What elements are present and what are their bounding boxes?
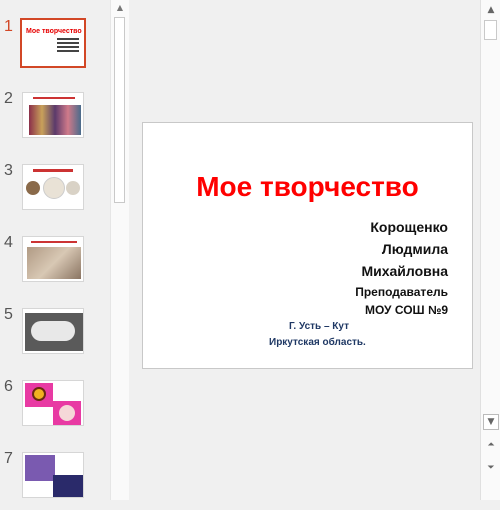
thumbnail-caption	[33, 169, 73, 172]
scrollbar-thumb[interactable]	[484, 20, 497, 40]
author-line[interactable]: Людмила	[382, 241, 448, 257]
thumbnail-photo	[25, 455, 55, 481]
slide-number: 6	[4, 378, 13, 395]
current-slide[interactable]: Мое творчество Корощенко Людмила Михайло…	[142, 122, 473, 369]
slide-thumbnail-2[interactable]: 2	[0, 90, 110, 150]
thumbnail-photo	[53, 475, 83, 497]
previous-slide-icon[interactable]: ⏶	[483, 437, 499, 453]
thumbnail-photo	[27, 247, 81, 279]
slide-title[interactable]: Мое творчество	[143, 171, 472, 203]
thumbnail-caption	[31, 241, 77, 243]
next-slide-icon[interactable]: ⏷	[483, 460, 499, 476]
thumbnail-text-lines	[57, 38, 79, 54]
slide-thumbnail-preview[interactable]	[22, 380, 84, 426]
scrollbar-thumb[interactable]	[114, 17, 125, 203]
thumbnail-title: Мое творчество	[26, 28, 82, 35]
thumbnail-photo-flower	[32, 387, 46, 401]
scroll-down-arrow-icon[interactable]: ▼	[483, 414, 499, 430]
thumbnail-photo-doily	[59, 405, 75, 421]
slide-thumbnail-4[interactable]: 4	[0, 234, 110, 294]
author-line[interactable]: Преподаватель	[355, 285, 448, 299]
slide-thumbnail-1[interactable]: 1 Мое творчество	[0, 18, 110, 78]
slide-thumbnail-6[interactable]: 6	[0, 378, 110, 438]
thumbnail-caption	[33, 97, 75, 99]
slide-thumbnail-preview[interactable]: Мое творчество	[20, 18, 86, 68]
slide-number: 3	[4, 162, 13, 179]
slide-number: 2	[4, 90, 13, 107]
slide-number: 7	[4, 450, 13, 467]
thumbnail-photo-lace	[31, 321, 75, 341]
location-line[interactable]: Иркутская область.	[269, 337, 366, 348]
author-line[interactable]: Михайловна	[361, 263, 448, 279]
thumbnail-photo-collage	[29, 105, 81, 135]
slide-thumbnail-5[interactable]: 5	[0, 306, 110, 366]
slide-thumbnail-7[interactable]: 7	[0, 450, 110, 510]
slide-thumbnail-preview[interactable]	[22, 236, 84, 282]
slide-thumbnail-preview[interactable]	[22, 92, 84, 138]
author-line[interactable]: МОУ СОШ №9	[365, 303, 448, 317]
scroll-up-arrow-icon[interactable]: ▲	[483, 2, 499, 18]
thumbnail-scrollbar[interactable]: ▲	[110, 0, 129, 500]
location-line[interactable]: Г. Усть – Кут	[289, 321, 349, 332]
slide-thumbnail-preview[interactable]	[22, 308, 84, 354]
slide-number: 1	[4, 18, 13, 35]
slide-thumbnail-preview[interactable]	[22, 164, 84, 210]
slide-thumbnail-3[interactable]: 3	[0, 162, 110, 222]
slide-thumbnail-preview[interactable]	[22, 452, 84, 498]
slide-number: 5	[4, 306, 13, 323]
thumbnail-photo	[66, 181, 80, 195]
main-scrollbar[interactable]: ▲ ▼ ⏶ ⏷	[480, 0, 500, 500]
thumbnail-photo	[26, 181, 40, 195]
scroll-up-arrow-icon[interactable]: ▲	[111, 0, 129, 14]
slide-number: 4	[4, 234, 13, 251]
thumbnail-photo	[43, 177, 65, 199]
author-line[interactable]: Корощенко	[370, 219, 448, 235]
